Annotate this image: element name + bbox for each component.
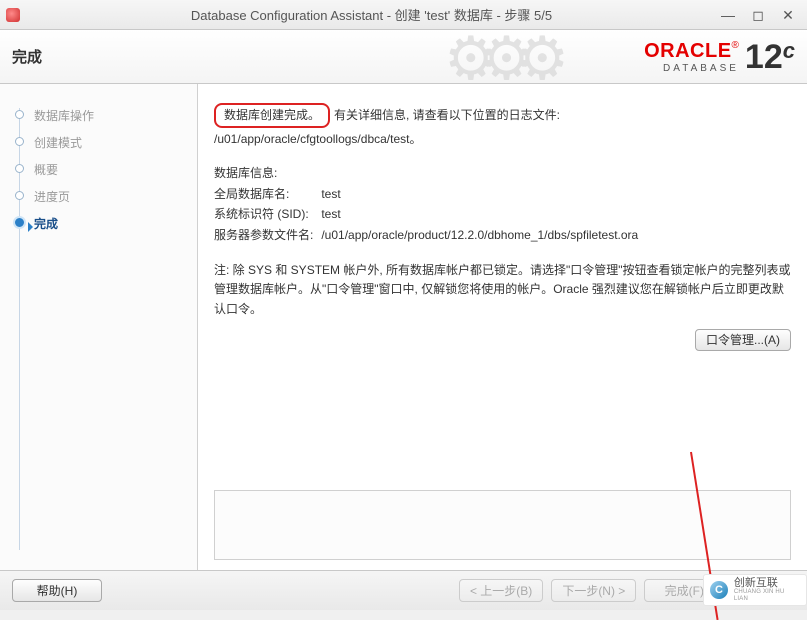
sidebar-step-progress[interactable]: 进度页 [14, 183, 197, 210]
step-sidebar: 数据库操作 创建模式 概要 进度页 完成 [0, 84, 198, 570]
sidebar-step-finish[interactable]: 完成 [14, 210, 197, 237]
maximize-button[interactable]: ◻ [751, 8, 765, 22]
watermark-line1: 创新互联 [734, 577, 800, 589]
completion-rest: 有关详细信息, 请查看以下位置的日志文件: [334, 108, 560, 122]
row-sid: 系统标识符 (SID): test [214, 205, 791, 224]
completion-line: 数据库创建完成。有关详细信息, 请查看以下位置的日志文件: [214, 103, 791, 128]
log-path: /u01/app/oracle/cfgtoollogs/dbca/test。 [214, 130, 791, 149]
gears-icon: ⚙⚙⚙ [444, 30, 551, 84]
sidebar-item-label: 进度页 [34, 190, 70, 204]
watermark-line2: CHUANG XIN HU LIAN [734, 589, 800, 602]
completion-highlight: 数据库创建完成。 [214, 103, 330, 128]
next-button: 下一步(N) > [551, 579, 636, 602]
database-word: DATABASE [644, 63, 739, 74]
version-label: 12c [745, 40, 795, 74]
close-window-button[interactable]: ✕ [781, 8, 795, 22]
header-band: 完成 ⚙⚙⚙ ORACLE® DATABASE 12c [0, 30, 807, 84]
oracle-word: ORACLE [644, 40, 731, 62]
sidebar-step-summary[interactable]: 概要 [14, 156, 197, 183]
row-spfile: 服务器参数文件名: /u01/app/oracle/product/12.2.0… [214, 226, 791, 245]
minimize-button[interactable]: — [721, 8, 735, 22]
sidebar-item-label: 数据库操作 [34, 109, 94, 123]
help-button[interactable]: 帮助(H) [12, 579, 102, 602]
sidebar-step-create-mode[interactable]: 创建模式 [14, 129, 197, 156]
window-title: Database Configuration Assistant - 创建 't… [28, 5, 715, 24]
window-titlebar: Database Configuration Assistant - 创建 't… [0, 0, 807, 30]
watermark-icon: C [710, 581, 728, 599]
db-info-header: 数据库信息: [214, 164, 791, 183]
main-content: 数据库创建完成。有关详细信息, 请查看以下位置的日志文件: /u01/app/o… [198, 84, 807, 570]
oracle-brand: ORACLE® DATABASE 12c [644, 40, 795, 74]
row-global-db-name: 全局数据库名: test [214, 185, 791, 204]
password-management-button[interactable]: 口令管理...(A) [695, 329, 791, 351]
back-button: < 上一步(B) [459, 579, 543, 602]
sidebar-item-label: 创建模式 [34, 136, 82, 150]
lock-note: 注: 除 SYS 和 SYSTEM 帐户外, 所有数据库帐户都已锁定。请选择"口… [214, 261, 791, 320]
page-title: 完成 [12, 46, 42, 67]
sidebar-step-db-operation[interactable]: 数据库操作 [14, 102, 197, 129]
sidebar-item-label: 概要 [34, 163, 58, 177]
wizard-button-bar: 帮助(H) < 上一步(B) 下一步(N) > 完成(F) 关闭(C) [0, 570, 807, 610]
watermark-logo: C 创新互联 CHUANG XIN HU LIAN [703, 574, 807, 606]
app-icon [6, 8, 20, 22]
